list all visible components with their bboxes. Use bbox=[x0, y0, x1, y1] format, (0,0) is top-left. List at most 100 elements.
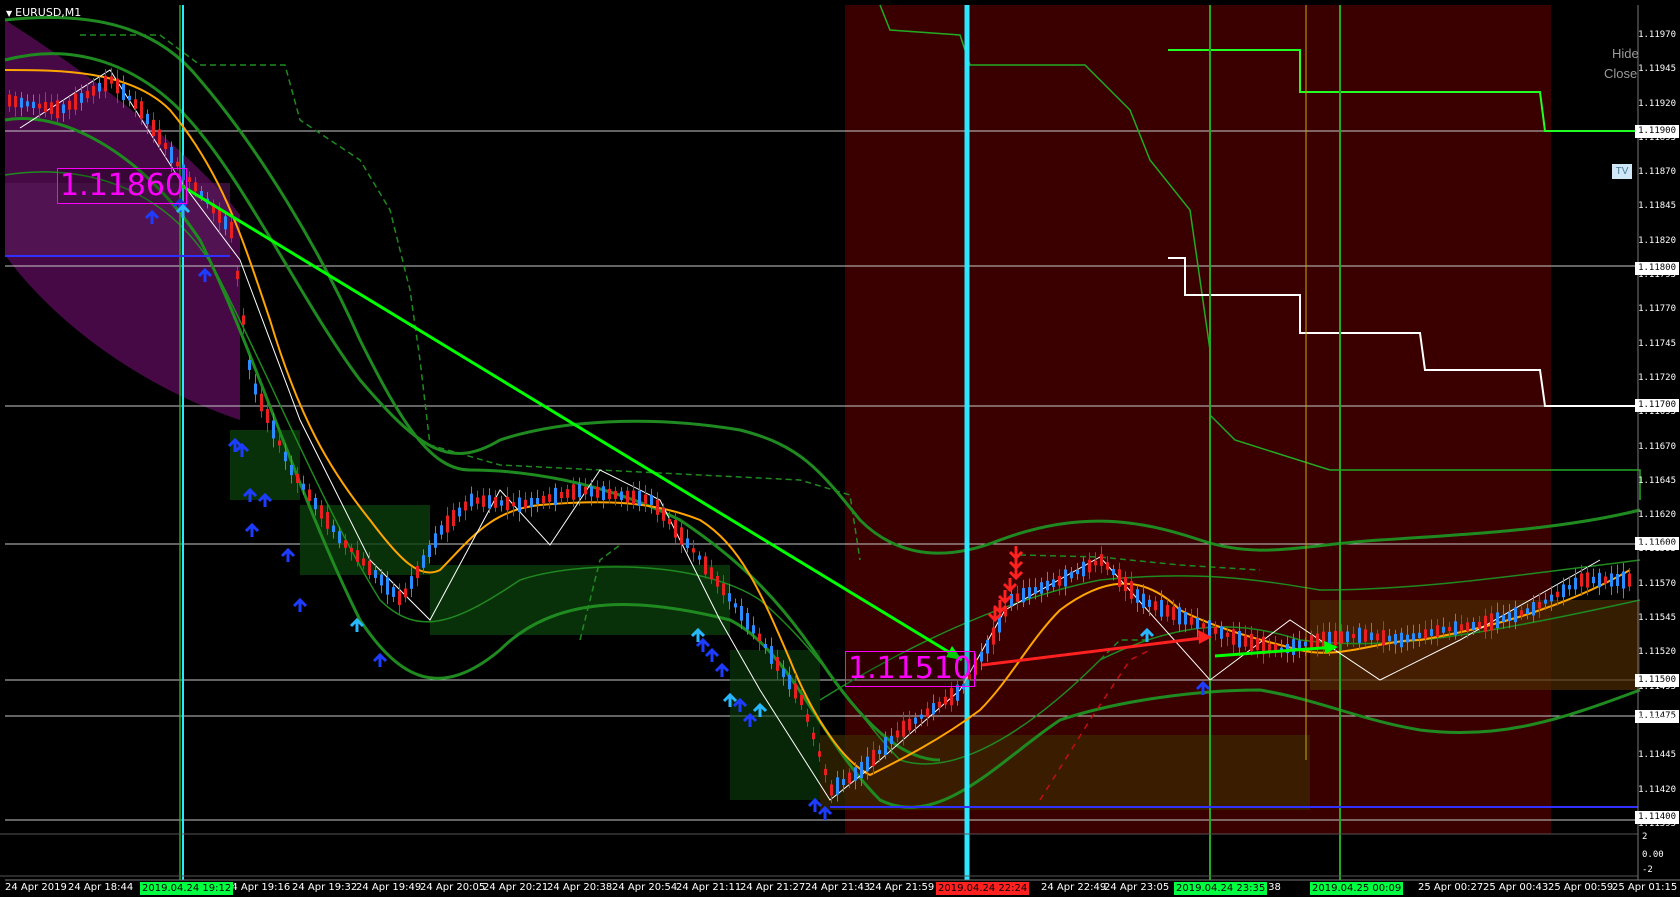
price-chart[interactable] bbox=[0, 0, 1680, 897]
time-marker-label: 2019.04.24 19:12 bbox=[140, 882, 234, 895]
candle-body bbox=[482, 495, 485, 507]
candle-body bbox=[392, 587, 395, 597]
time-tick-label: 25 Apr 00:43 bbox=[1483, 882, 1549, 893]
candle-body bbox=[1448, 626, 1451, 632]
candle-body bbox=[542, 495, 545, 504]
time-tick-label: 25 Apr 01:15 bbox=[1612, 882, 1678, 893]
candle-body bbox=[230, 221, 233, 239]
candle-body bbox=[1454, 621, 1457, 636]
candle-body bbox=[1256, 637, 1259, 651]
price-tick-label: 1.11470 bbox=[1638, 715, 1676, 726]
candle-body bbox=[704, 556, 707, 575]
candle-body bbox=[1400, 632, 1403, 648]
candle-body bbox=[1406, 634, 1409, 643]
candle-body bbox=[908, 718, 911, 731]
candle-body bbox=[44, 101, 47, 113]
candle-body bbox=[284, 451, 287, 462]
candle-body bbox=[740, 606, 743, 621]
candle-body bbox=[1472, 622, 1475, 630]
candle-body bbox=[1016, 593, 1019, 602]
price-tick-label: 1.11695 bbox=[1638, 407, 1676, 418]
price-label-low: 1.11510 bbox=[845, 651, 976, 687]
candle-body bbox=[1364, 629, 1367, 642]
price-tick-label: 1.11570 bbox=[1638, 578, 1676, 589]
price-tick-label: 1.11420 bbox=[1638, 784, 1676, 795]
candle-body bbox=[566, 489, 569, 498]
candle-body bbox=[1358, 627, 1361, 643]
candle-body bbox=[692, 548, 695, 553]
candle-body bbox=[92, 85, 95, 96]
candle-body bbox=[1166, 605, 1169, 617]
candle-body bbox=[1046, 580, 1049, 591]
price-tick-label: 1.11545 bbox=[1638, 613, 1676, 624]
candle-body bbox=[1178, 607, 1181, 625]
candle-body bbox=[1334, 631, 1337, 646]
candle-body bbox=[362, 558, 365, 566]
candle-body bbox=[326, 512, 329, 529]
price-tick-label: 1.11820 bbox=[1638, 235, 1676, 246]
candle-body bbox=[224, 216, 227, 230]
close-button[interactable]: Close bbox=[1604, 66, 1637, 81]
candle-body bbox=[560, 491, 563, 499]
candle-body bbox=[620, 491, 623, 500]
hide-button[interactable]: Hide bbox=[1612, 46, 1639, 61]
time-tick-label: 25 Apr 00:27 bbox=[1418, 882, 1484, 893]
symbol-title[interactable]: ▼ EURUSD,M1 bbox=[6, 6, 81, 19]
candle-body bbox=[1436, 625, 1439, 637]
time-tick-label: 24 Apr 19:49 bbox=[356, 882, 422, 893]
time-tick-label: 24 Apr 19:32 bbox=[292, 882, 358, 893]
candle-body bbox=[584, 486, 587, 495]
candle-body bbox=[518, 497, 521, 513]
candle-body bbox=[878, 749, 881, 755]
candle-body bbox=[404, 588, 407, 598]
candle-body bbox=[470, 493, 473, 507]
candle-body bbox=[1550, 594, 1553, 602]
buy-arrow-icon bbox=[807, 797, 823, 812]
candle-body bbox=[236, 270, 239, 280]
candle-body bbox=[1538, 601, 1541, 609]
candle-body bbox=[914, 717, 917, 724]
candle-body bbox=[1268, 643, 1271, 651]
candle-body bbox=[590, 486, 593, 497]
dropdown-icon[interactable]: ▼ bbox=[6, 9, 12, 18]
candle-body bbox=[1136, 589, 1139, 603]
candle-body bbox=[866, 756, 869, 772]
candle-body bbox=[1430, 629, 1433, 636]
candle-body bbox=[944, 696, 947, 705]
candle-body bbox=[524, 499, 527, 509]
candle-body bbox=[770, 646, 773, 664]
candle-body bbox=[1388, 635, 1391, 642]
chart-window[interactable]: ▼ EURUSD,M1 Hide Close TV 1.11860 1.11510… bbox=[0, 0, 1680, 897]
candle-body bbox=[500, 500, 503, 506]
candle-body bbox=[290, 464, 293, 476]
candle-body bbox=[1598, 572, 1601, 588]
candle-body bbox=[1382, 630, 1385, 646]
candle-body bbox=[116, 78, 119, 94]
candle-body bbox=[758, 633, 761, 642]
candle-body bbox=[1610, 573, 1613, 587]
candle-body bbox=[608, 488, 611, 500]
candle-body bbox=[338, 531, 341, 544]
candle-body bbox=[452, 509, 455, 527]
candle-body bbox=[422, 555, 425, 568]
candle-body bbox=[1190, 617, 1193, 625]
candle-body bbox=[458, 507, 461, 517]
time-tick-label: 24 Apr 21:43 bbox=[805, 882, 871, 893]
candle-body bbox=[1076, 569, 1079, 575]
candle-body bbox=[1082, 561, 1085, 577]
tv-button[interactable]: TV bbox=[1612, 164, 1632, 179]
buy-arrow-icon bbox=[244, 522, 260, 537]
candle-body bbox=[1622, 571, 1625, 589]
candle-body bbox=[26, 101, 29, 107]
price-tick-label: 1.11720 bbox=[1638, 372, 1676, 383]
candle-body bbox=[764, 643, 767, 649]
candle-body bbox=[1460, 624, 1463, 631]
candle-body bbox=[860, 761, 863, 779]
time-marker-label: 2019.04.25 00:09 bbox=[1310, 882, 1404, 895]
candle-body bbox=[716, 576, 719, 587]
candle-body bbox=[1118, 569, 1121, 587]
candle-body bbox=[1466, 622, 1469, 632]
candle-body bbox=[1478, 621, 1481, 629]
candle-body bbox=[1220, 626, 1223, 639]
candle-body bbox=[1544, 599, 1547, 604]
